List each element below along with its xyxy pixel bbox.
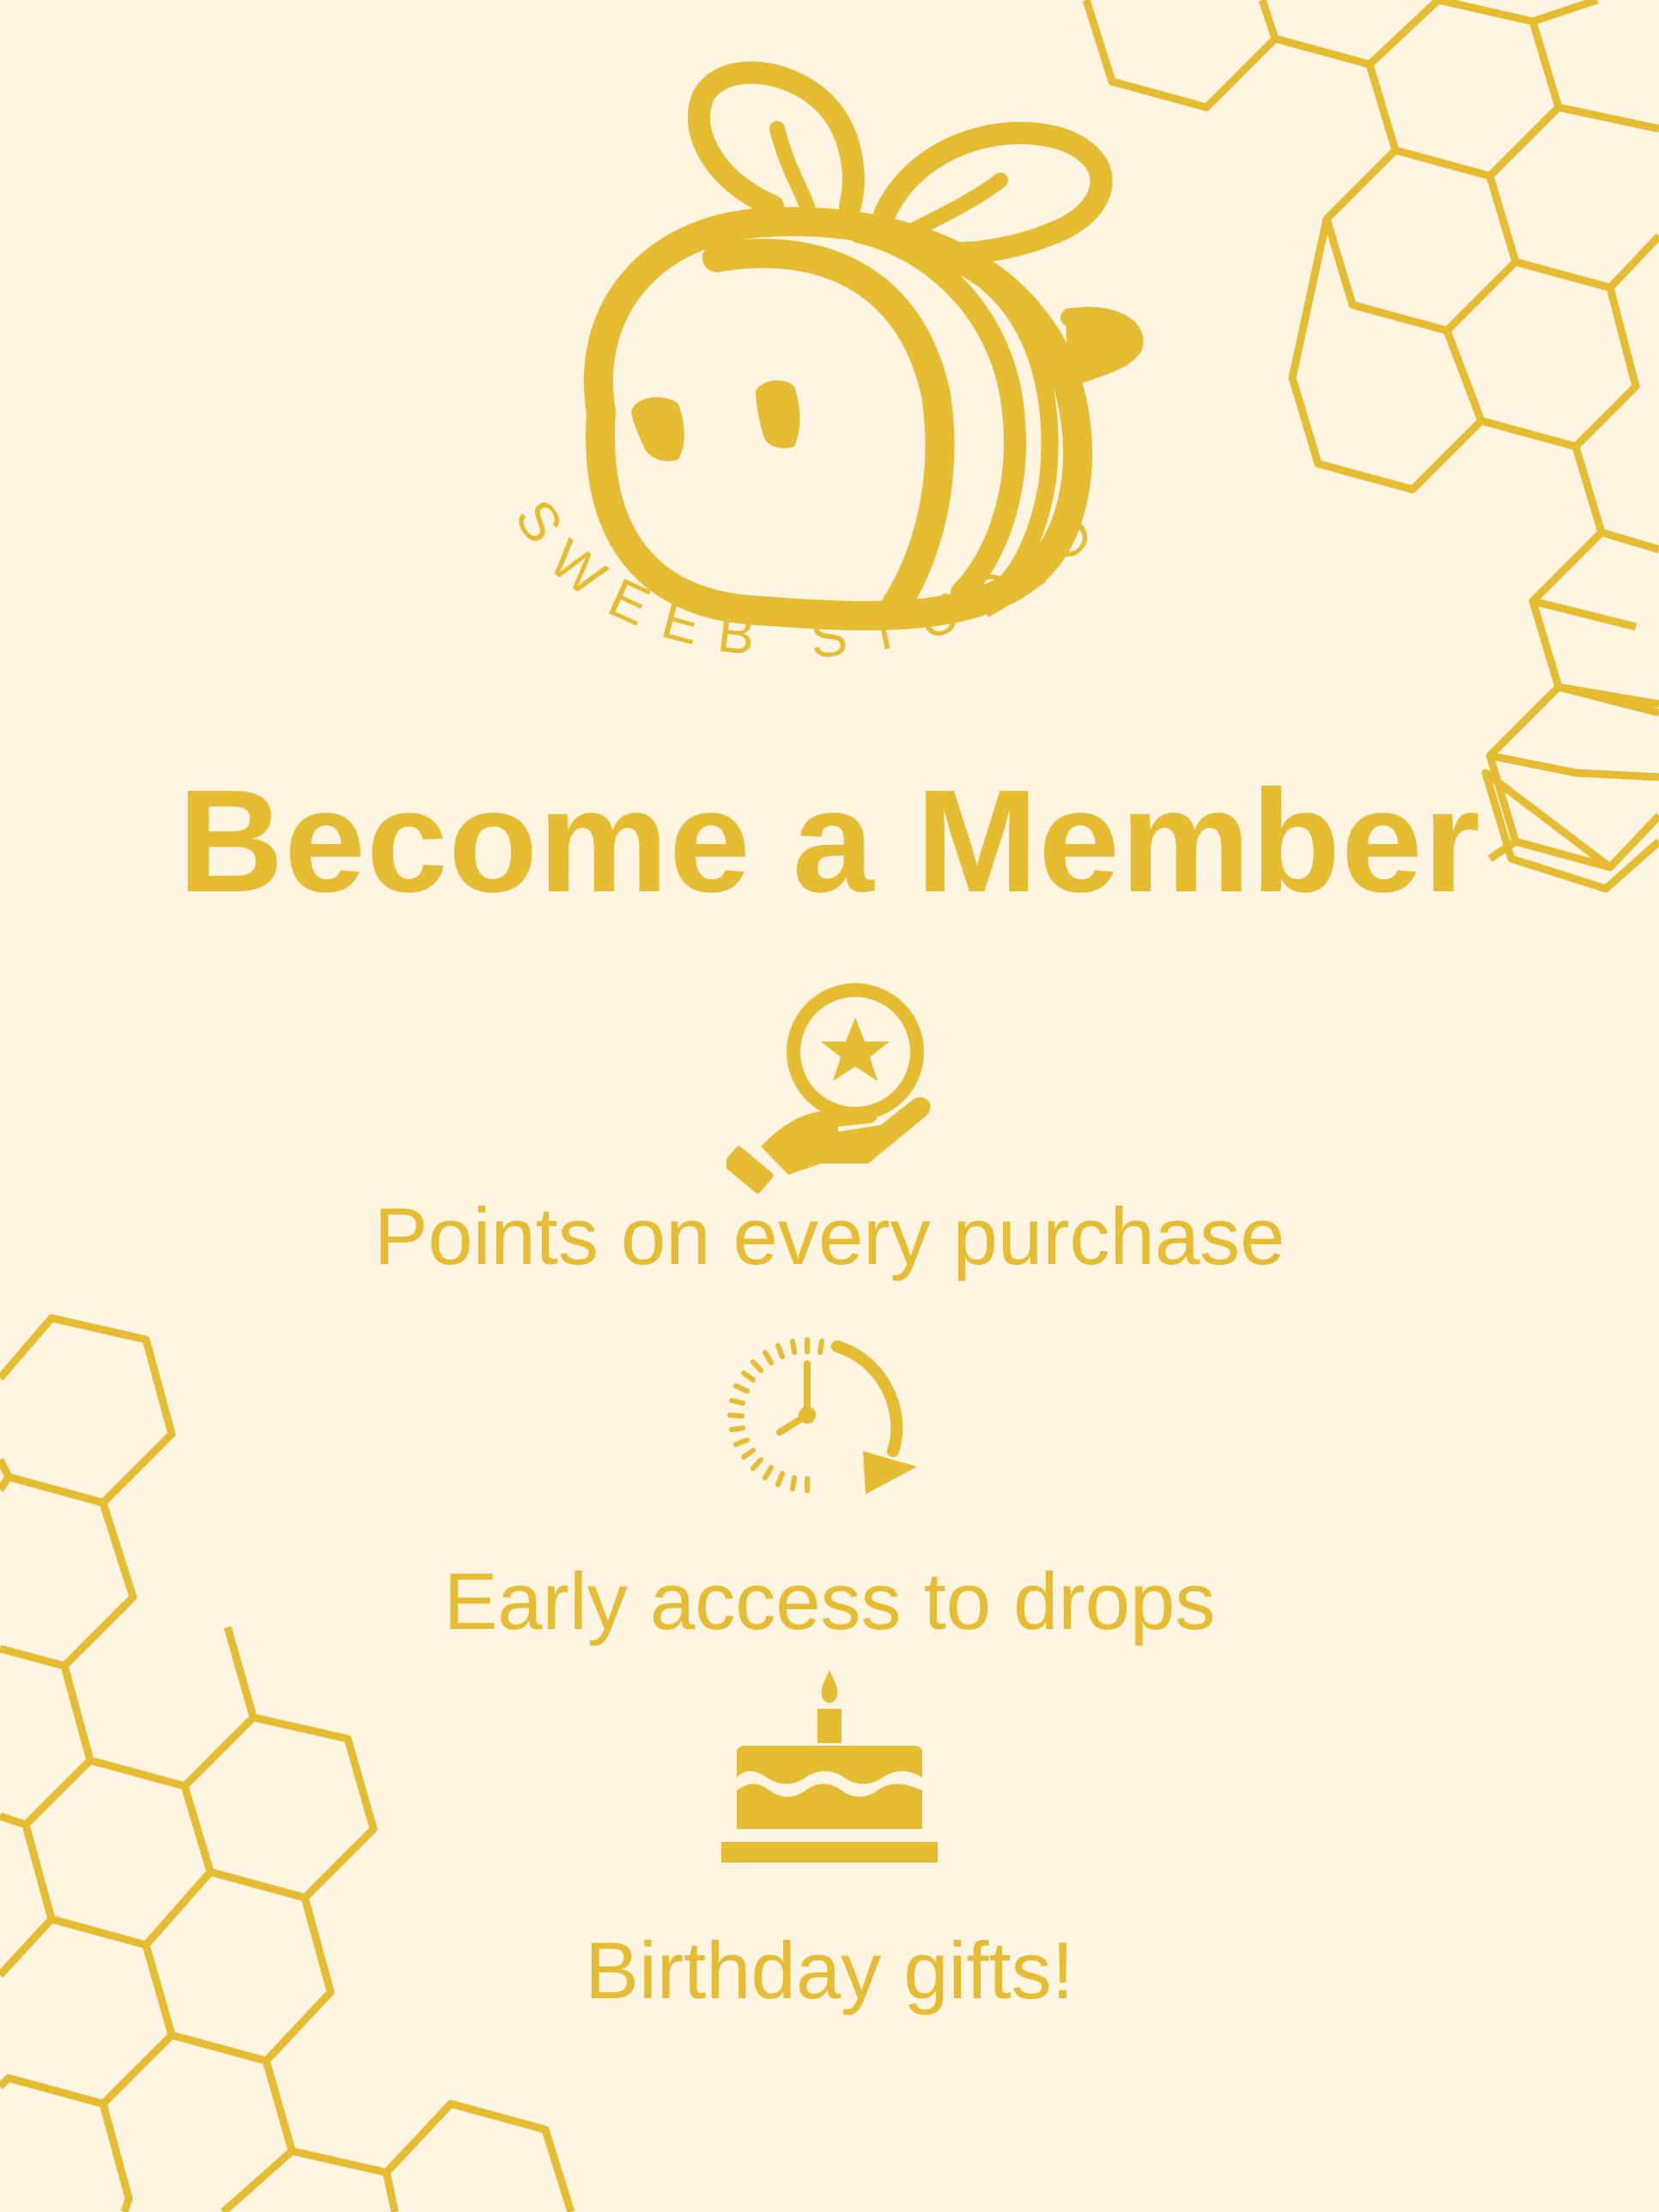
benefit-label-points: Points on every purchase [374, 1191, 1285, 1281]
benefit-label-birthday: Birthday gifts! [585, 1925, 1074, 2015]
bee-logo: SWEEB STUDIO [503, 61, 1144, 670]
benefit-label-early-access: Early access to drops [443, 1556, 1216, 1646]
member-poster: SWEEB STUDIO Become a Member Points on e… [0, 0, 1659, 2212]
clock-arrow-icon [727, 1337, 917, 1494]
page-title: Become a Member [178, 760, 1481, 923]
hand-coin-star-icon [726, 983, 931, 1194]
brand-logo-text: SWEEB STUDIO [503, 483, 1120, 670]
birthday-cake-icon [721, 1670, 938, 1863]
